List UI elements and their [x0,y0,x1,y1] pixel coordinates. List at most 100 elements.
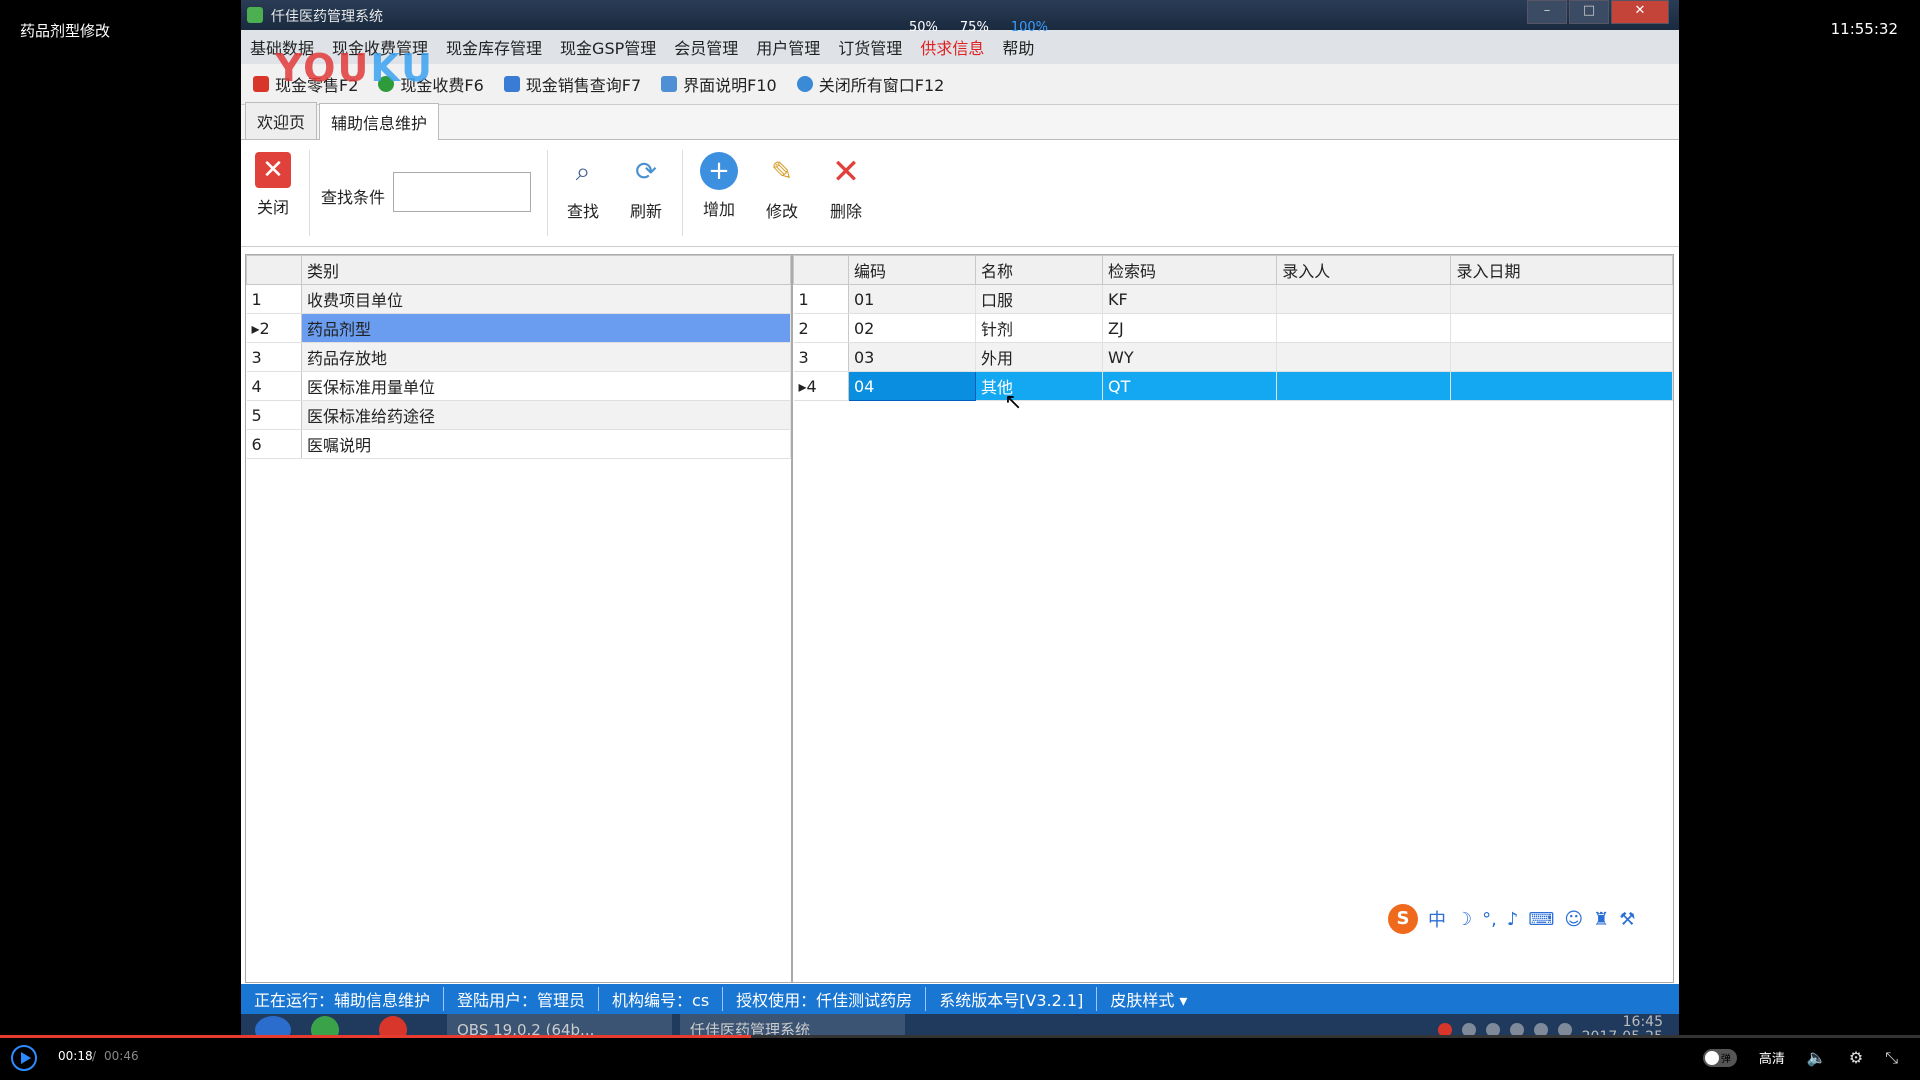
quality-button[interactable]: 高清 [1759,1048,1785,1067]
volume-icon[interactable] [1557,1022,1572,1035]
code-cell[interactable]: 03 [848,342,976,372]
entered-by-cell[interactable] [1276,342,1452,372]
search-code-column-header[interactable]: 检索码 [1101,255,1278,285]
table-row-selected[interactable]: ▸2 药品剂型 [246,313,791,343]
table-row[interactable]: 5 医保标准给药途径 [246,400,791,430]
quick-ui-help[interactable]: 界面说明F10 [661,72,777,96]
wrench-icon[interactable]: ⚒ [1619,909,1635,930]
code-cell[interactable]: 01 [848,284,976,314]
code-column-header[interactable]: 编码 [848,255,976,285]
search-code-cell[interactable]: QT [1102,371,1278,401]
category-cell[interactable]: 收费项目单位 [301,284,791,314]
category-column-header[interactable]: 类别 [301,255,791,285]
network-icon[interactable] [1533,1022,1548,1035]
taskbar-clock[interactable]: 16:45 2017-05-25 [1582,1014,1663,1035]
sogou-logo-icon[interactable]: S [1388,904,1418,934]
entry-date-cell[interactable] [1450,313,1673,343]
category-cell[interactable]: 医嘱说明 [301,429,791,459]
entered-by-column-header[interactable]: 录入人 [1276,255,1452,285]
minimize-icon[interactable]: – [1527,0,1567,24]
menu-help[interactable]: 帮助 [993,35,1043,59]
danmu-toggle[interactable]: 弹 [1702,1048,1737,1067]
entry-date-column-header[interactable]: 录入日期 [1450,255,1673,285]
menu-user[interactable]: 用户管理 [747,35,829,59]
menu-cash-gsp[interactable]: 现金GSP管理 [551,35,665,59]
search-code-cell[interactable]: KF [1102,284,1278,314]
cash-register-icon [253,76,269,92]
table-row[interactable]: 1 收费项目单位 [246,284,791,314]
entry-date-cell[interactable] [1450,342,1673,372]
menu-cash-inventory[interactable]: 现金库存管理 [437,35,551,59]
table-row-selected[interactable]: ▸4 04 其他 QT [793,371,1673,401]
keyboard-icon[interactable]: ⌨ [1528,909,1554,930]
user-icon[interactable]: ☺ [1564,909,1583,930]
maximize-icon[interactable]: □ [1569,0,1609,24]
progress-fill [0,1035,751,1038]
delete-x-icon: ✕ [831,152,861,192]
entered-by-cell[interactable] [1276,313,1452,343]
edit-button[interactable]: ✎ 修改 [754,152,810,222]
delete-button[interactable]: ✕ 删除 [818,152,874,222]
name-cell[interactable]: 外用 [975,342,1103,372]
volume-icon[interactable]: 🔈 [1807,1048,1827,1067]
punctuation-icon[interactable]: °, [1482,909,1497,930]
code-cell[interactable]: 02 [848,313,976,343]
table-row[interactable]: 3 药品存放地 [246,342,791,372]
taskbar-pharmacy-app[interactable]: 仟佳医药管理系统 [680,1014,905,1035]
category-cell[interactable]: 医保标准用量单位 [301,371,791,401]
entry-date-cell[interactable] [1450,371,1673,401]
table-row[interactable]: 3 03 外用 WY [793,342,1673,372]
search-input[interactable] [393,172,531,212]
microphone-icon[interactable]: ♪ [1507,909,1519,930]
taskbar-obs[interactable]: OBS 19.0.2 (64b... [447,1014,672,1035]
entered-by-cell[interactable] [1276,284,1452,314]
zoom-50[interactable]: 50% [909,20,938,35]
menu-order[interactable]: 订货管理 [829,35,911,59]
table-row[interactable]: 2 02 针剂 ZJ [793,313,1673,343]
entered-by-cell[interactable] [1276,371,1452,401]
name-cell[interactable]: 针剂 [975,313,1103,343]
zoom-75[interactable]: 75% [960,20,989,35]
tray-app-icon[interactable] [1437,1022,1452,1035]
code-cell[interactable]: 04 [848,371,976,401]
close-button[interactable]: ✕ 关闭 [245,152,301,218]
table-row[interactable]: 4 医保标准用量单位 [246,371,791,401]
table-row[interactable]: 1 01 口服 KF [793,284,1673,314]
exit-fullscreen-icon[interactable]: ⤡ [1885,1048,1898,1068]
tray-app-icon[interactable] [1461,1022,1476,1035]
moon-icon[interactable]: ☽ [1456,909,1472,930]
quick-sales-query[interactable]: 现金销售查询F7 [503,72,641,96]
add-button[interactable]: + 增加 [691,152,747,220]
category-cell[interactable]: 医保标准给药途径 [301,400,791,430]
find-label: 查找 [566,202,599,221]
tab-aux-info[interactable]: 辅助信息维护 [319,103,440,140]
tab-welcome[interactable]: 欢迎页 [245,102,318,139]
ime-mode-chinese[interactable]: 中 [1428,906,1446,932]
skin-style-dropdown[interactable]: 皮肤样式 ▾ [1097,987,1200,1011]
category-cell[interactable]: 药品剂型 [301,313,791,343]
table-row[interactable]: 6 医嘱说明 [246,429,791,459]
menu-member[interactable]: 会员管理 [665,35,747,59]
refresh-button[interactable]: ⟳ 刷新 [618,152,674,222]
start-button-icon[interactable] [255,1015,291,1035]
name-column-header[interactable]: 名称 [975,255,1103,285]
shield-icon[interactable] [1485,1022,1500,1035]
play-icon[interactable] [11,1045,37,1071]
name-cell[interactable]: 其他 [975,371,1103,401]
search-code-cell[interactable]: ZJ [1102,313,1278,343]
find-button[interactable]: ⌕ 查找 [555,152,611,222]
search-code-cell[interactable]: WY [1102,342,1278,372]
close-window-icon[interactable]: ✕ [1611,0,1669,24]
zoom-100[interactable]: 100% [1011,20,1048,35]
entry-date-cell[interactable] [1450,284,1673,314]
shirt-icon[interactable]: ♜ [1593,909,1609,930]
settings-gear-icon[interactable]: ⚙ [1849,1048,1863,1067]
menu-supply-demand[interactable]: 供求信息 [911,35,993,59]
music-app-icon[interactable] [379,1015,407,1035]
quick-close-all[interactable]: 关闭所有窗口F12 [796,72,944,96]
printer-icon[interactable] [1509,1022,1524,1035]
browser-icon[interactable] [311,1015,339,1035]
progress-track[interactable] [0,1035,1920,1038]
category-cell[interactable]: 药品存放地 [301,342,791,372]
name-cell[interactable]: 口服 [975,284,1103,314]
